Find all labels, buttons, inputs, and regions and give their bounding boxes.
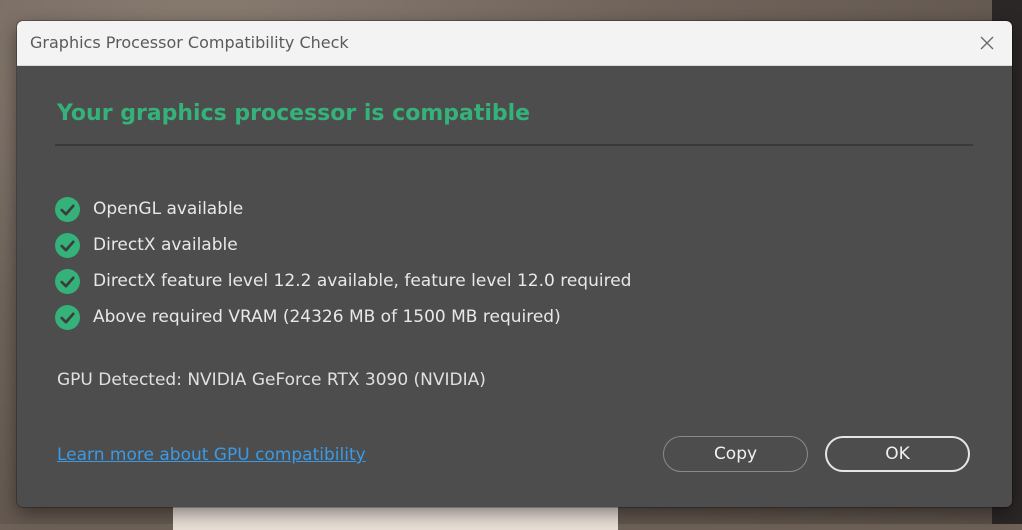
check-item-vram: Above required VRAM (24326 MB of 1500 MB… — [55, 299, 631, 335]
close-icon — [980, 36, 994, 50]
check-list: OpenGL available DirectX available Direc… — [55, 191, 631, 335]
check-item-directx: DirectX available — [55, 227, 631, 263]
close-button[interactable] — [962, 21, 1012, 65]
check-item-feature-level: DirectX feature level 12.2 available, fe… — [55, 263, 631, 299]
check-circle-icon — [55, 196, 80, 222]
check-label: OpenGL available — [93, 199, 244, 219]
check-circle-icon — [55, 304, 80, 330]
compatibility-dialog: Graphics Processor Compatibility Check Y… — [17, 21, 1012, 507]
check-circle-icon — [55, 268, 80, 294]
divider — [55, 144, 973, 146]
window-title: Graphics Processor Compatibility Check — [30, 33, 349, 52]
copy-button[interactable]: Copy — [663, 436, 808, 472]
check-label: DirectX available — [93, 235, 238, 255]
ok-button[interactable]: OK — [825, 436, 970, 472]
title-bar: Graphics Processor Compatibility Check — [17, 21, 1012, 66]
check-item-opengl: OpenGL available — [55, 191, 631, 227]
check-label: Above required VRAM (24326 MB of 1500 MB… — [93, 307, 561, 327]
status-headline: Your graphics processor is compatible — [57, 101, 531, 126]
check-circle-icon — [55, 232, 80, 258]
gpu-detected-text: GPU Detected: NVIDIA GeForce RTX 3090 (N… — [57, 370, 486, 390]
check-label: DirectX feature level 12.2 available, fe… — [93, 271, 632, 291]
learn-more-link[interactable]: Learn more about GPU compatibility — [57, 445, 366, 465]
